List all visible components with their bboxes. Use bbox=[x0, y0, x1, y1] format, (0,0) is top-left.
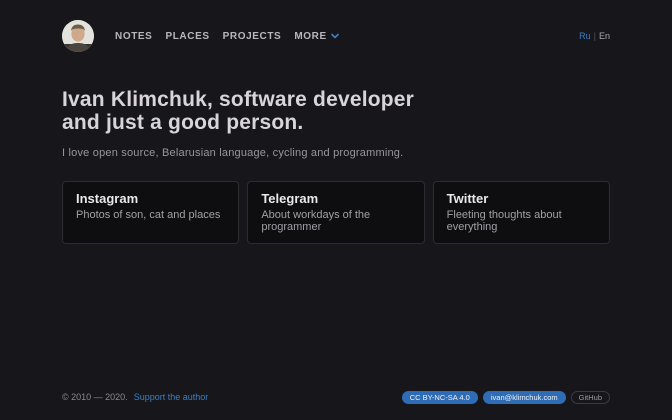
header: NOTES PLACES PROJECTS MORE Ru | En bbox=[62, 0, 610, 52]
email-badge[interactable]: ivan@klimchuk.com bbox=[483, 391, 566, 405]
card-twitter[interactable]: Twitter Fleeting thoughts about everythi… bbox=[433, 181, 610, 244]
main-nav: NOTES PLACES PROJECTS MORE bbox=[102, 31, 339, 42]
footer-badges: CC BY-NC-SA 4.0 ivan@klimchuk.com GitHub bbox=[402, 391, 610, 405]
nav-item-notes[interactable]: NOTES bbox=[115, 31, 152, 42]
page-title-line1: Ivan Klimchuk, software developer bbox=[62, 88, 414, 111]
lang-separator: | bbox=[594, 31, 596, 41]
card-title: Instagram bbox=[76, 191, 225, 206]
social-cards: Instagram Photos of son, cat and places … bbox=[62, 181, 610, 244]
card-telegram[interactable]: Telegram About workdays of the programme… bbox=[247, 181, 424, 244]
card-instagram[interactable]: Instagram Photos of son, cat and places bbox=[62, 181, 239, 244]
page-title-line2: and just a good person. bbox=[62, 111, 303, 134]
page-subtitle: I love open source, Belarusian language,… bbox=[62, 147, 610, 159]
support-author-link[interactable]: Support the author bbox=[134, 392, 209, 402]
language-switcher: Ru | En bbox=[579, 31, 610, 41]
card-title: Twitter bbox=[447, 191, 596, 206]
page-title: Ivan Klimchuk, software developer and ju… bbox=[62, 88, 610, 134]
nav-item-more[interactable]: MORE bbox=[294, 31, 338, 42]
avatar[interactable] bbox=[62, 20, 94, 52]
nav-item-projects[interactable]: PROJECTS bbox=[223, 31, 282, 42]
user-photo-icon bbox=[62, 20, 94, 52]
chevron-down-icon bbox=[331, 33, 339, 39]
nav-more-label: MORE bbox=[294, 31, 326, 42]
card-title: Telegram bbox=[261, 191, 410, 206]
card-description: Fleeting thoughts about everything bbox=[447, 209, 596, 233]
card-description: About workdays of the programmer bbox=[261, 209, 410, 233]
github-badge[interactable]: GitHub bbox=[571, 391, 610, 405]
lang-ru-link[interactable]: Ru bbox=[579, 31, 591, 41]
lang-en-link[interactable]: En bbox=[599, 31, 610, 41]
nav-item-places[interactable]: PLACES bbox=[165, 31, 209, 42]
copyright-text: © 2010 — 2020. bbox=[62, 392, 128, 402]
card-description: Photos of son, cat and places bbox=[76, 209, 225, 221]
footer: © 2010 — 2020. Support the author CC BY-… bbox=[62, 391, 610, 405]
hero-section: Ivan Klimchuk, software developer and ju… bbox=[62, 88, 610, 159]
license-badge[interactable]: CC BY-NC-SA 4.0 bbox=[402, 391, 478, 405]
